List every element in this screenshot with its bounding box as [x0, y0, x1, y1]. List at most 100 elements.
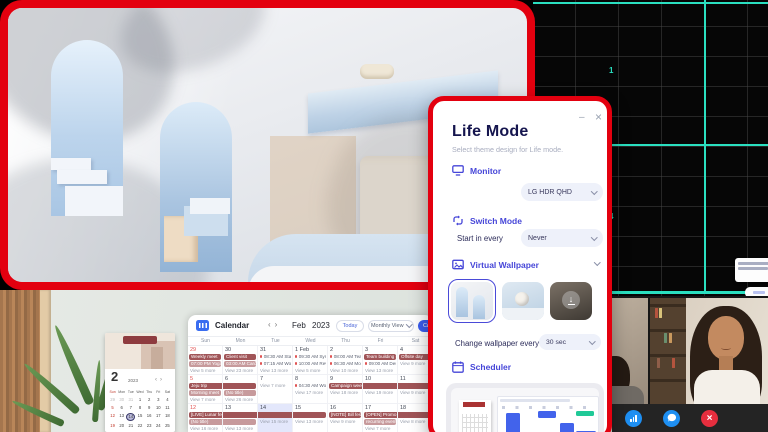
- calendar-event[interactable]: [398, 412, 431, 418]
- calendar-event[interactable]: [258, 412, 292, 418]
- date-number: 1 Feb: [295, 347, 309, 353]
- calendar-header: Calendar ‹› Feb 2023 Today Monthly View …: [188, 315, 433, 337]
- wall-day-number: 16: [145, 413, 154, 421]
- calendar-event[interactable]: [NOTE] Bill fest: [329, 412, 361, 418]
- view-more-link[interactable]: View 5 more: [188, 368, 222, 373]
- calendar-day-cell[interactable]: 5Jeju tripMorning meetView 7 more: [188, 375, 223, 404]
- switch-interval-dropdown[interactable]: Never: [521, 229, 603, 247]
- calendar-event[interactable]: 09:30 AM Sync u..: [294, 354, 326, 360]
- calendar-day-cell[interactable]: 1 Feb09:30 AM Sync u..10:00 AM Review..V…: [293, 346, 328, 375]
- calendar-event[interactable]: [OPEN] Promo W..: [364, 412, 397, 418]
- calendar-event[interactable]: [223, 412, 257, 418]
- panel-subtitle: Select theme design for Life mode.: [452, 145, 563, 154]
- calendar-day-cell[interactable]: 3Team building d..09:00 AM Design..View …: [363, 346, 398, 375]
- calendar-day-cell[interactable]: 804:30 AM Worko..View 17 more: [293, 375, 328, 404]
- wall-day-number: 12: [108, 413, 117, 421]
- view-mode-dropdown[interactable]: Monthly View: [368, 320, 414, 332]
- view-more-link[interactable]: View 9 more: [328, 419, 362, 424]
- view-more-link[interactable]: View 13 more: [363, 368, 397, 373]
- wallpaper-interval-dropdown[interactable]: 30 sec: [539, 334, 601, 350]
- calendar-event[interactable]: Jeju trip: [189, 383, 222, 389]
- calendar-day-cell[interactable]: 13 View 13 more: [223, 404, 258, 432]
- view-more-link[interactable]: View 9 more: [398, 390, 432, 395]
- calendar-event[interactable]: 06:30 AM Mornin..: [329, 361, 361, 367]
- view-more-link[interactable]: View 8 more: [398, 419, 432, 424]
- calendar-day-cell[interactable]: 12[LIVE] Lunar fes..(No title)View 16 mo…: [188, 404, 223, 432]
- today-button[interactable]: Today: [336, 320, 364, 332]
- calendar-event[interactable]: (No title): [224, 390, 256, 396]
- calendar-day-cell[interactable]: 10 View 19 more: [363, 375, 398, 404]
- grid-row-label: 1: [609, 66, 613, 75]
- view-more-link[interactable]: View 26 more: [223, 397, 257, 402]
- month-nav-arrows[interactable]: ‹›: [268, 320, 281, 329]
- calendar-day-cell[interactable]: 14 View 15 more: [258, 404, 293, 432]
- calendar-event[interactable]: 10:00 AM Review..: [294, 361, 326, 367]
- calendar-event[interactable]: Campaign week: [329, 383, 362, 389]
- calendar-event[interactable]: Offsite day: [399, 354, 431, 360]
- wall-days: 2930311234567891011121314151617181920212…: [108, 397, 172, 432]
- view-more-link[interactable]: View 10 more: [328, 368, 362, 373]
- wall-day-number: 11: [163, 405, 172, 411]
- calendar-day-cell[interactable]: 6 (No title)View 26 more: [223, 375, 258, 404]
- volume-button[interactable]: [625, 410, 642, 427]
- view-more-link[interactable]: View 13 more: [258, 368, 292, 373]
- calendar-event[interactable]: recurring event: [364, 419, 396, 425]
- calendar-event[interactable]: (No title): [189, 419, 222, 425]
- view-more-link[interactable]: View 5 more: [293, 368, 327, 373]
- date-number: 15: [295, 405, 301, 411]
- view-more-link[interactable]: View 9 more: [398, 361, 432, 366]
- calendar-day-cell[interactable]: 29Weekly meet07:00 PM Yoga cl..View 5 mo…: [188, 346, 223, 375]
- minimize-button[interactable]: –: [579, 113, 585, 123]
- view-more-link[interactable]: View 16 more: [188, 426, 222, 431]
- calendar-event[interactable]: 07:00 PM Yoga cl..: [189, 361, 221, 367]
- calendar-event[interactable]: [293, 412, 326, 418]
- view-more-link[interactable]: View 17 more: [293, 390, 327, 395]
- calendar-day-cell[interactable]: 16[NOTE] Bill festView 9 more: [328, 404, 363, 432]
- calendar-day-cell[interactable]: 7View 7 more: [258, 375, 293, 404]
- calendar-event[interactable]: [398, 383, 431, 389]
- close-button[interactable]: ×: [595, 112, 602, 122]
- view-more-link[interactable]: View 7 more: [188, 397, 222, 402]
- view-more-link[interactable]: View 19 more: [363, 390, 397, 395]
- wall-calendar-header-bar: [123, 336, 157, 344]
- wallpaper-thumb-2[interactable]: [502, 282, 544, 320]
- calendar-day-cell[interactable]: 208:00 AM Team m..06:30 AM Mornin..View …: [328, 346, 363, 375]
- calendar-event[interactable]: 08:00 AM Team m..: [329, 354, 361, 360]
- view-more-link[interactable]: View 13 more: [223, 426, 257, 431]
- calendar-day-cell[interactable]: 30Client visit03:00 AM Cardio..View 23 m…: [223, 346, 258, 375]
- wallpaper-thumb-download[interactable]: ↓: [550, 282, 592, 320]
- calendar-event[interactable]: [223, 419, 256, 425]
- view-more-link[interactable]: View 13 more: [293, 419, 327, 424]
- calendar-event[interactable]: 09:00 AM Design..: [364, 361, 396, 367]
- monitor-dropdown[interactable]: LG HDR QHD: [521, 183, 603, 201]
- calendar-event[interactable]: Team building d..: [364, 354, 396, 360]
- calendar-event[interactable]: 03:00 AM Cardio..: [224, 361, 256, 367]
- weekday-label: Mon: [223, 337, 258, 346]
- end-call-button[interactable]: ×: [701, 410, 718, 427]
- wall-calendar-nav-arrows: ‹›: [155, 377, 165, 383]
- calendar-day-cell[interactable]: 3108:30 AM Standu..07:15 AM Worko..View …: [258, 346, 293, 375]
- calendar-event[interactable]: 07:15 AM Worko..: [259, 361, 291, 367]
- chat-button[interactable]: [663, 410, 680, 427]
- chevron-down-icon: [591, 234, 597, 240]
- wallpaper-thumb-selected[interactable]: [448, 279, 496, 323]
- view-more-link[interactable]: View 7 more: [258, 383, 292, 388]
- calendar-event[interactable]: [363, 383, 397, 389]
- calendar-event[interactable]: [223, 383, 256, 389]
- calendar-event[interactable]: Weekly meet: [189, 354, 221, 360]
- scheduler-preview-card[interactable]: [446, 383, 604, 432]
- view-more-link[interactable]: View 23 more: [223, 368, 257, 373]
- view-more-link[interactable]: View 18 more: [328, 390, 362, 395]
- calendar-day-cell[interactable]: 15 View 13 more: [293, 404, 328, 432]
- calendar-day-cell[interactable]: 9Campaign weekView 18 more: [328, 375, 363, 404]
- calendar-event[interactable]: Morning meet: [189, 390, 221, 396]
- calendar-event[interactable]: 08:30 AM Standu..: [259, 354, 291, 360]
- view-more-link[interactable]: View 7 more: [363, 426, 397, 431]
- view-more-link[interactable]: View 15 more: [258, 419, 292, 424]
- date-number: 2: [330, 347, 333, 353]
- calendar-day-cell[interactable]: 17[OPEN] Promo W..recurring eventView 7 …: [363, 404, 398, 432]
- section-collapse-chevron[interactable]: [594, 259, 600, 265]
- calendar-event[interactable]: [LIVE] Lunar fes..: [189, 412, 222, 418]
- calendar-event[interactable]: Client visit: [224, 354, 256, 360]
- calendar-event[interactable]: 04:30 AM Worko..: [294, 383, 326, 389]
